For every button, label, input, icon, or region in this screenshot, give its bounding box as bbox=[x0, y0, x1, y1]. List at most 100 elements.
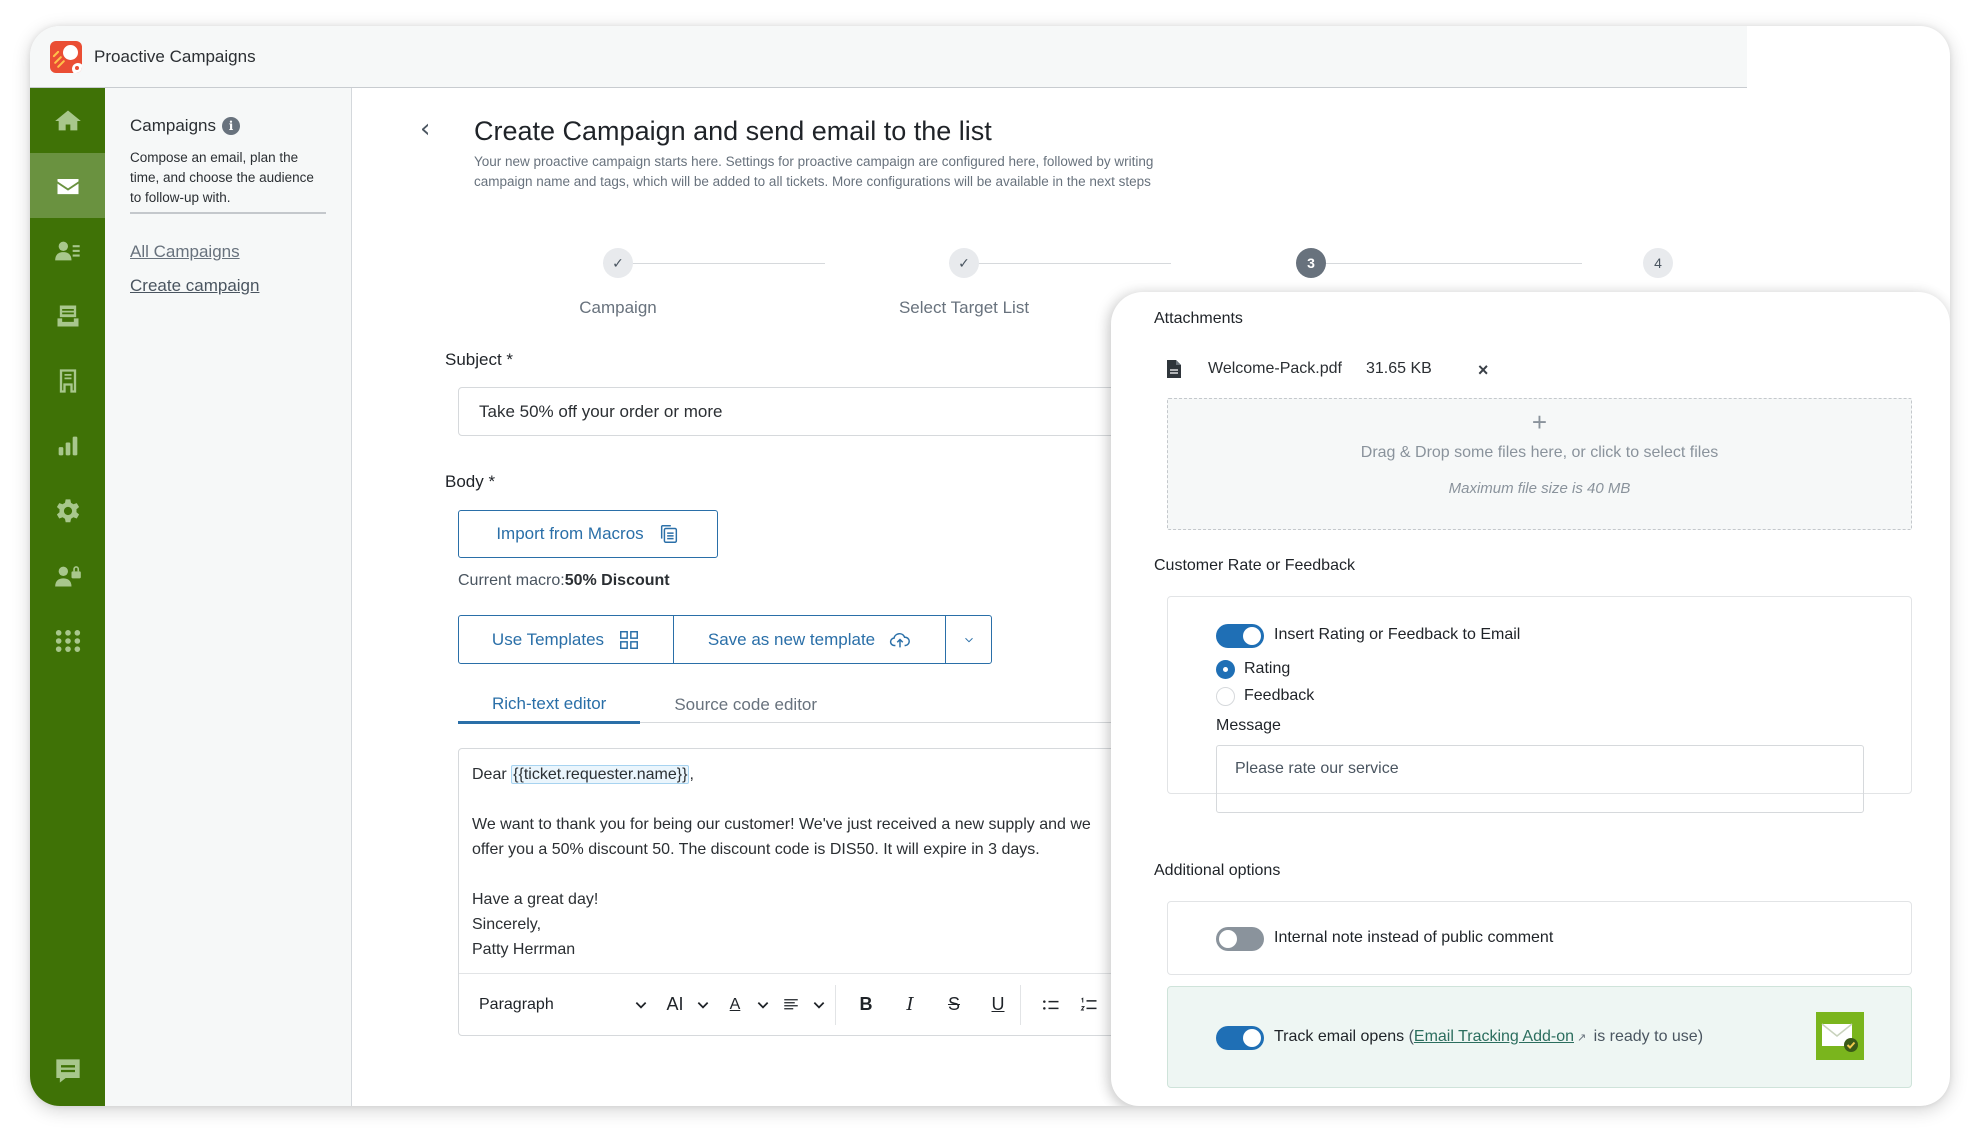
numbered-list-button[interactable] bbox=[1077, 987, 1101, 1023]
template-options-dropdown[interactable] bbox=[945, 616, 991, 663]
align-button[interactable] bbox=[779, 987, 803, 1023]
step-1-done-check-icon[interactable]: ✓ bbox=[603, 248, 633, 278]
attachment-size: 31.65 KB bbox=[1365, 359, 1432, 377]
sub-nav-description: Compose an email, plan the time, and cho… bbox=[130, 148, 326, 214]
attachments-heading: Attachments bbox=[1154, 310, 1243, 327]
chevron-down-icon bbox=[964, 637, 973, 642]
nav-home[interactable] bbox=[30, 88, 105, 153]
font-size-icon: AI bbox=[666, 994, 684, 1014]
radio-rating[interactable] bbox=[1216, 660, 1235, 679]
message-value: Please rate our service bbox=[1235, 760, 1399, 777]
italic-button[interactable]: I bbox=[898, 987, 922, 1023]
envelope-check-icon bbox=[1821, 1023, 1858, 1052]
block-format-select[interactable]: Paragraph bbox=[479, 987, 629, 1023]
grid-dots-icon bbox=[55, 629, 80, 652]
align-dropdown[interactable] bbox=[807, 987, 831, 1023]
nav-reports[interactable] bbox=[30, 348, 105, 413]
nav-contacts[interactable] bbox=[30, 218, 105, 283]
radio-feedback[interactable] bbox=[1216, 687, 1235, 706]
nav-campaigns[interactable] bbox=[30, 153, 105, 218]
nav-apps[interactable] bbox=[30, 608, 105, 673]
step-1-label: Campaign bbox=[579, 298, 657, 317]
save-as-new-template-button[interactable]: Save as new template bbox=[673, 616, 945, 663]
bold-button[interactable]: B bbox=[854, 987, 878, 1023]
step-3-current[interactable]: 3 bbox=[1296, 248, 1326, 278]
track-open-paren: ( bbox=[1404, 1028, 1414, 1045]
remove-attachment-icon[interactable]: × bbox=[1478, 360, 1489, 381]
editor-content[interactable]: Dear {{ticket.requester.name}}, We want … bbox=[459, 749, 1197, 975]
font-size-button[interactable]: AI bbox=[663, 987, 687, 1023]
file-dropzone[interactable]: + Drag & Drop some files here, or click … bbox=[1167, 398, 1912, 530]
home-icon bbox=[54, 110, 81, 130]
chevron-down-icon bbox=[813, 1001, 825, 1009]
campaign-options-panel: Attachments Welcome-Pack.pdf 31.65 KB × … bbox=[1111, 292, 1950, 1106]
radio-feedback-label[interactable]: Feedback bbox=[1244, 687, 1314, 705]
tab-rich-text-editor[interactable]: Rich-text editor bbox=[458, 687, 641, 724]
mail-icon bbox=[57, 178, 78, 194]
cloud-upload-icon bbox=[890, 632, 911, 647]
underline-button[interactable]: U bbox=[986, 987, 1010, 1023]
message-input[interactable]: Please rate our service bbox=[1216, 745, 1864, 813]
bulleted-list-button[interactable] bbox=[1039, 987, 1063, 1023]
app-window: Proactive Campaigns Campaigns i Compose … bbox=[30, 26, 1950, 1106]
info-icon[interactable]: i bbox=[222, 117, 240, 135]
font-size-dropdown[interactable] bbox=[691, 987, 715, 1023]
font-color-dropdown[interactable] bbox=[751, 987, 775, 1023]
attachment-filename[interactable]: Welcome-Pack.pdf bbox=[1208, 360, 1342, 378]
toolbar-divider bbox=[1020, 984, 1021, 1025]
attachment-item: Welcome-Pack.pdf 31.65 KB × bbox=[1166, 356, 1488, 381]
dropzone-text: Drag & Drop some files here, or click to… bbox=[1360, 444, 1719, 461]
subject-value: Take 50% off your order or more bbox=[479, 401, 723, 421]
nav-rail bbox=[30, 88, 105, 1106]
gear-icon bbox=[56, 498, 79, 522]
message-label: Message bbox=[1216, 717, 1281, 734]
subject-input[interactable]: Take 50% off your order or more bbox=[458, 387, 1198, 436]
additional-options-heading: Additional options bbox=[1154, 862, 1281, 879]
current-macro-prefix: Current macro: bbox=[458, 572, 565, 589]
editor-closing-2: Sincerely, bbox=[472, 916, 542, 933]
nav-analytics[interactable] bbox=[30, 413, 105, 478]
chat-icon bbox=[55, 1058, 80, 1083]
file-icon bbox=[1167, 359, 1181, 378]
internal-note-card: Internal note instead of public comment bbox=[1167, 901, 1912, 975]
internal-note-label: Internal note instead of public comment bbox=[1274, 929, 1554, 946]
track-email-toggle[interactable] bbox=[1216, 1026, 1264, 1050]
step-connector bbox=[1296, 263, 1582, 264]
email-body-editor[interactable]: Dear {{ticket.requester.name}}, We want … bbox=[458, 748, 1198, 1036]
step-2-label: Select Target List bbox=[898, 298, 1030, 317]
block-format-dropdown[interactable] bbox=[629, 987, 653, 1023]
current-macro-value: 50% Discount bbox=[564, 572, 670, 589]
import-from-macros-button[interactable]: Import from Macros bbox=[458, 510, 718, 558]
document-icon bbox=[59, 368, 76, 393]
block-format-value: Paragraph bbox=[479, 995, 554, 1013]
nav-inbox[interactable] bbox=[30, 283, 105, 348]
app-title: Proactive Campaigns bbox=[94, 46, 256, 66]
sub-nav: Campaigns i Compose an email, plan the t… bbox=[105, 88, 352, 1106]
template-button-group: Use Templates Save as new template bbox=[458, 615, 992, 664]
macros-copy-icon bbox=[660, 525, 677, 543]
internal-note-toggle[interactable] bbox=[1216, 927, 1264, 951]
strikethrough-icon: S bbox=[947, 994, 960, 1014]
back-chevron-icon[interactable]: ‹ bbox=[420, 114, 430, 144]
inbox-tray-icon bbox=[57, 305, 78, 326]
tab-source-code-editor[interactable]: Source code editor bbox=[640, 687, 851, 723]
email-tracking-addon-link[interactable]: Email Tracking Add-on bbox=[1414, 1028, 1574, 1045]
step-2-done-check-icon[interactable]: ✓ bbox=[949, 248, 979, 278]
chevron-down-icon bbox=[757, 1001, 769, 1009]
dropzone-limit: Maximum file size is 40 MB bbox=[1448, 480, 1631, 497]
step-4-pending[interactable]: 4 bbox=[1643, 248, 1673, 278]
strikethrough-button[interactable]: S bbox=[942, 987, 966, 1023]
use-templates-button[interactable]: Use Templates bbox=[459, 616, 673, 663]
link-create-campaign[interactable]: Create campaign bbox=[130, 276, 326, 296]
radio-rating-label[interactable]: Rating bbox=[1244, 660, 1290, 678]
nav-feedback[interactable] bbox=[30, 1038, 105, 1103]
email-tracking-addon-icon bbox=[1816, 1012, 1864, 1060]
link-all-campaigns[interactable]: All Campaigns bbox=[130, 242, 326, 262]
font-color-button[interactable]: A bbox=[723, 987, 747, 1023]
requester-name-placeholder[interactable]: {{ticket.requester.name}} bbox=[511, 765, 690, 784]
nav-user-permissions[interactable] bbox=[30, 543, 105, 608]
insert-feedback-toggle[interactable] bbox=[1216, 624, 1264, 648]
body-label: Body * bbox=[445, 472, 496, 491]
chevron-down-icon bbox=[635, 1001, 647, 1009]
nav-settings[interactable] bbox=[30, 478, 105, 543]
